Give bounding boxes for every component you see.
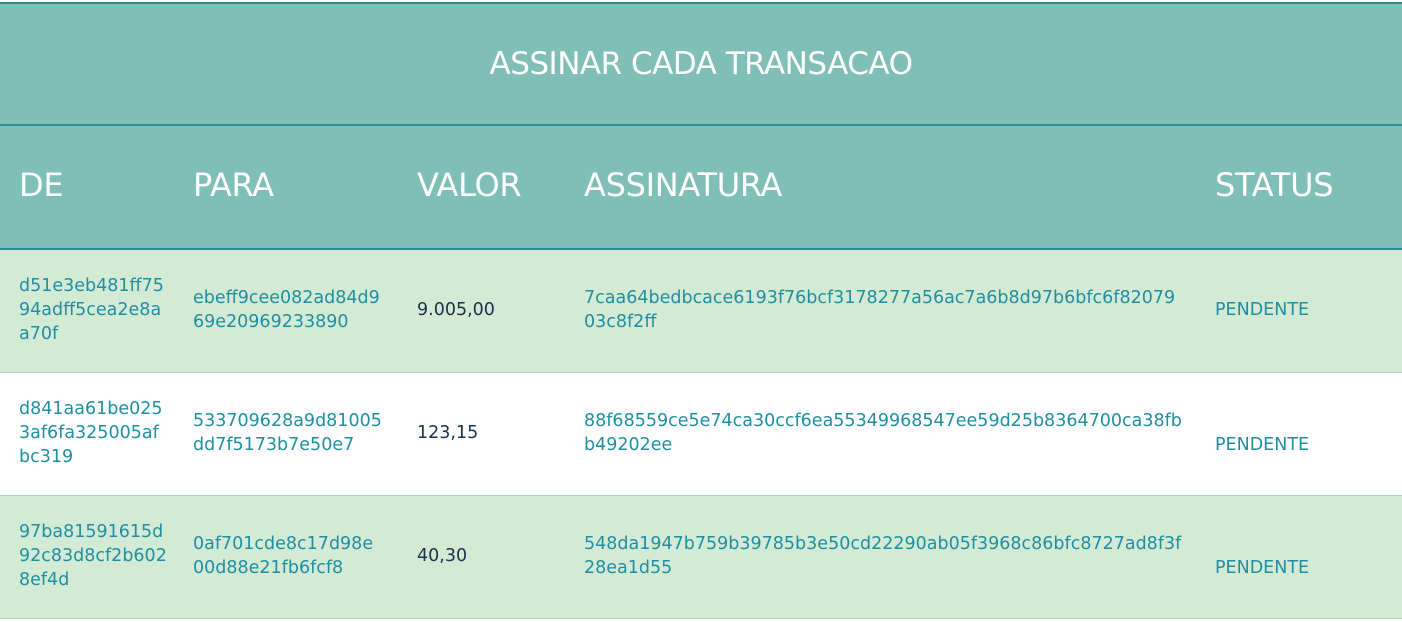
table-header-row: DE PARA VALOR ASSINATURA STATUS bbox=[0, 126, 1402, 250]
column-header-de: DE bbox=[19, 166, 64, 204]
table-row: d51e3eb481ff7594adff5cea2e8aa70f ebeff9c… bbox=[0, 250, 1402, 373]
row-status: PENDENTE bbox=[1215, 300, 1310, 320]
row-de-address: d841aa61be0253af6fa325005afbc319 bbox=[19, 399, 163, 467]
transactions-table: ASSINAR CADA TRANSACAO DE PARA VALOR ASS… bbox=[0, 2, 1402, 619]
table-title: ASSINAR CADA TRANSACAO bbox=[489, 46, 913, 82]
row-assinatura: 88f68559ce5e74ca30ccf6ea55349968547ee59d… bbox=[584, 411, 1182, 455]
table-row: d841aa61be0253af6fa325005afbc319 5337096… bbox=[0, 373, 1402, 496]
row-assinatura: 7caa64bedbcace6193f76bcf3178277a56ac7a6b… bbox=[584, 288, 1176, 332]
row-valor: 123,15 bbox=[417, 423, 479, 443]
row-para-address: 533709628a9d81005dd7f5173b7e50e7 bbox=[193, 411, 382, 455]
column-header-status: STATUS bbox=[1215, 166, 1334, 204]
row-para-address: ebeff9cee082ad84d969e20969233890 bbox=[193, 288, 380, 332]
row-valor: 9.005,00 bbox=[417, 300, 495, 320]
row-de-address: 97ba81591615d92c83d8cf2b6028ef4d bbox=[19, 522, 167, 590]
column-header-valor: VALOR bbox=[417, 166, 522, 204]
row-assinatura: 548da1947b759b39785b3e50cd22290ab05f3968… bbox=[584, 534, 1182, 578]
row-status: PENDENTE bbox=[1215, 558, 1310, 578]
row-status: PENDENTE bbox=[1215, 435, 1310, 455]
column-header-para: PARA bbox=[193, 166, 274, 204]
table-row: 97ba81591615d92c83d8cf2b6028ef4d 0af701c… bbox=[0, 496, 1402, 619]
row-para-address: 0af701cde8c17d98e00d88e21fb6fcf8 bbox=[193, 534, 374, 578]
column-header-assinatura: ASSINATURA bbox=[584, 166, 783, 204]
row-valor: 40,30 bbox=[417, 546, 468, 566]
row-de-address: d51e3eb481ff7594adff5cea2e8aa70f bbox=[19, 276, 164, 344]
table-title-bar: ASSINAR CADA TRANSACAO bbox=[0, 2, 1402, 126]
